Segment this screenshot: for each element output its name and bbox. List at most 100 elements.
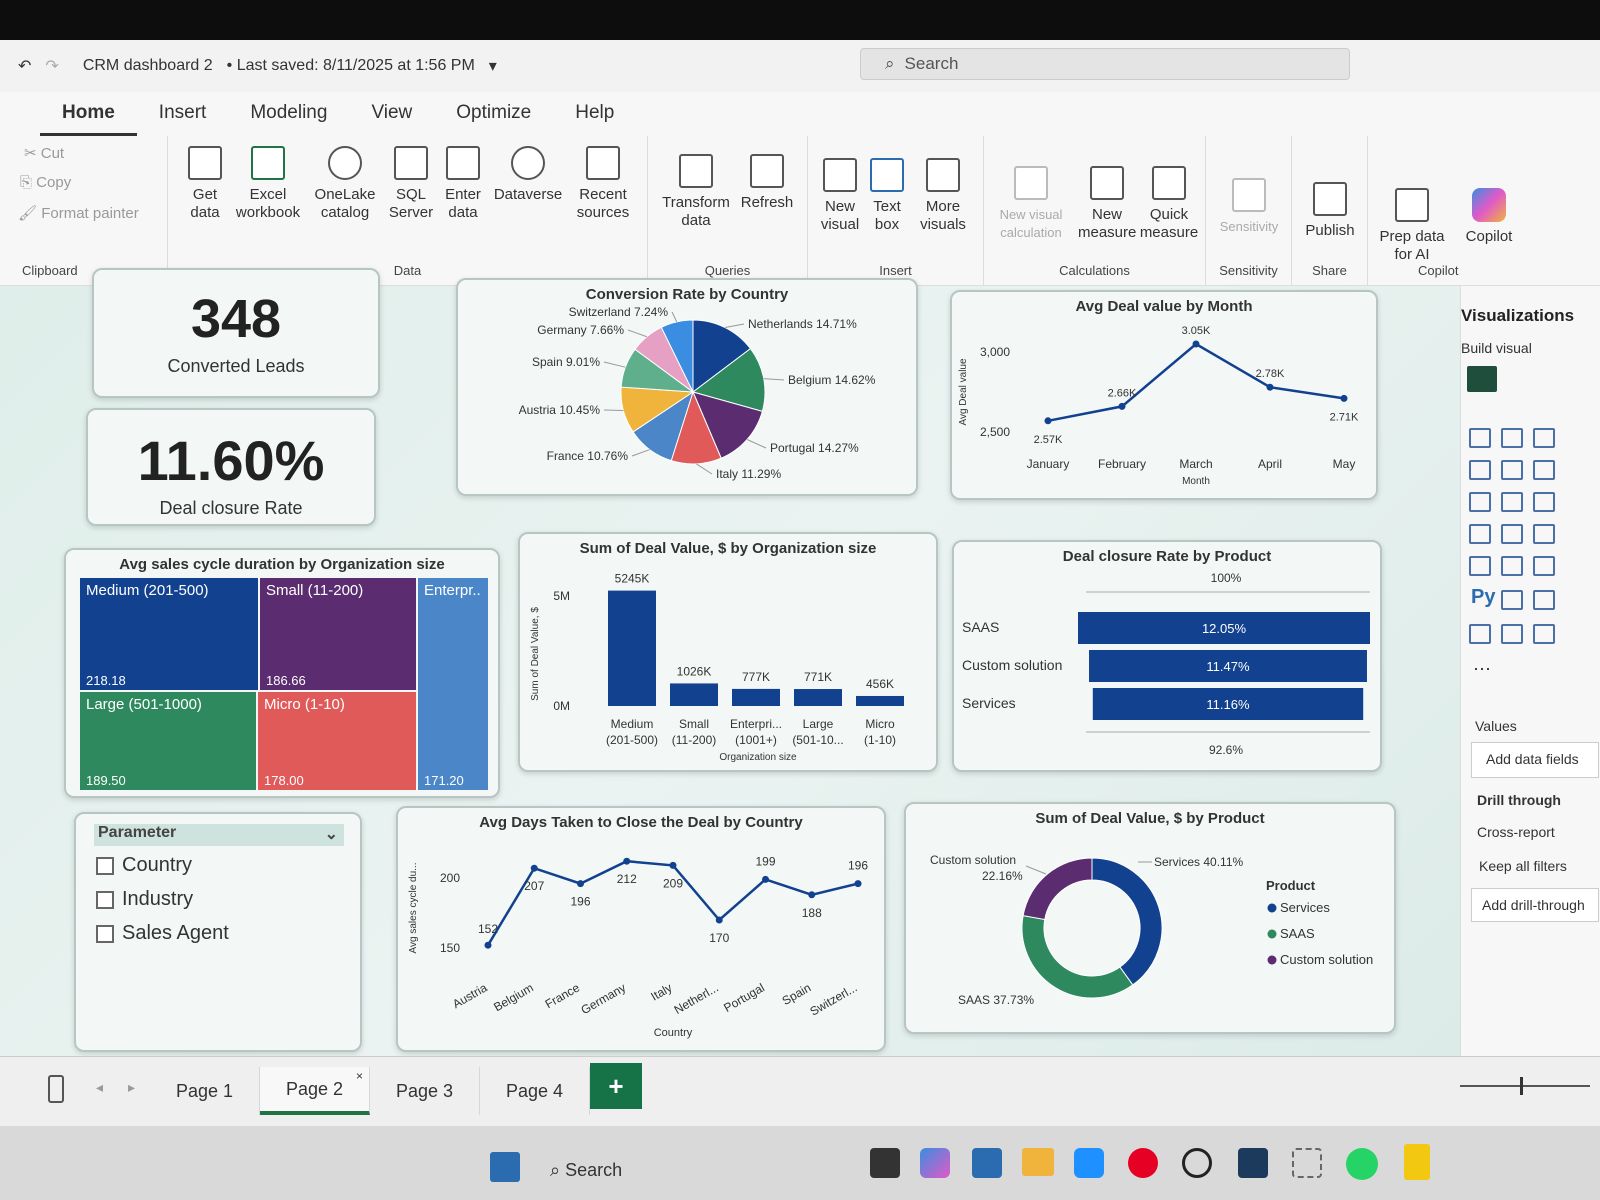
new-measure-button[interactable]: New measure	[1078, 166, 1136, 242]
power-bi-icon[interactable]	[1404, 1144, 1430, 1180]
ribbon-chart-icon[interactable]	[1469, 492, 1491, 512]
treemap-cell-medium-201-500[interactable]: Medium (201-500) 218.18	[80, 578, 258, 690]
decomposition-tree-icon[interactable]	[1533, 590, 1555, 610]
treemap-cell-large-501-1000[interactable]: Large (501-1000) 189.50	[80, 692, 256, 790]
slicer-item-industry[interactable]: Industry	[96, 888, 193, 911]
checkbox[interactable]	[96, 924, 114, 943]
power-apps-icon[interactable]	[1501, 624, 1523, 644]
keep-all-filters-toggle-label[interactable]: Keep all filters	[1479, 858, 1567, 874]
publish-button[interactable]: Publish	[1296, 182, 1364, 240]
tab-home[interactable]: Home	[40, 92, 137, 136]
add-page-button[interactable]: +	[590, 1063, 642, 1109]
line-chart-avg-days-by-country[interactable]: Avg Days Taken to Close the Deal by Coun…	[396, 806, 886, 1052]
map-icon[interactable]	[1501, 524, 1523, 544]
filled-map-icon[interactable]	[1533, 524, 1555, 544]
kpi-card-converted-leads[interactable]: 348 Converted Leads	[92, 268, 380, 398]
treemap-avg-sales-cycle[interactable]: Avg sales cycle duration by Organization…	[64, 548, 500, 798]
prep-data-for-ai-button[interactable]: Prep data for AI	[1372, 188, 1452, 264]
key-influencers-icon[interactable]	[1501, 590, 1523, 610]
add-drill-through-well[interactable]: Add drill-through	[1471, 888, 1599, 922]
next-page-icon[interactable]: ▸	[128, 1079, 135, 1096]
parameter-slicer[interactable]: Parameter ⌄ Country Industry Sales Agent	[74, 812, 362, 1052]
page-tab-2[interactable]: Page 2 ×	[260, 1067, 370, 1115]
vscode-icon[interactable]	[1238, 1148, 1268, 1178]
treemap-cell-small-11-200[interactable]: Small (11-200) 186.66	[260, 578, 416, 690]
chevron-down-icon[interactable]: ▾	[489, 56, 497, 76]
donut-chart-deal-value-by-product[interactable]: Sum of Deal Value, $ by Product Services…	[904, 802, 1396, 1034]
redo-icon[interactable]: ↷	[45, 56, 58, 76]
tab-view[interactable]: View	[349, 92, 434, 136]
whatsapp-icon[interactable]	[1346, 1148, 1378, 1180]
sql-server-button[interactable]: SQL Server	[386, 146, 436, 222]
text-box-button[interactable]: Text box	[866, 158, 908, 234]
line-chart-icon[interactable]	[1469, 460, 1491, 480]
funnel-icon[interactable]	[1533, 492, 1555, 512]
pinterest-icon[interactable]	[1128, 1148, 1158, 1178]
card-icon[interactable]	[1469, 556, 1491, 576]
paginated-report-icon[interactable]	[1469, 624, 1491, 644]
mobile-layout-icon[interactable]	[48, 1075, 64, 1103]
dataverse-button[interactable]: Dataverse	[490, 146, 566, 204]
new-visual-calculation-button[interactable]: New visual calculation	[988, 166, 1074, 242]
pie-chart-conversion-rate[interactable]: Conversion Rate by Country Netherlands 1…	[456, 278, 918, 496]
clustered-bar-icon[interactable]	[1533, 428, 1555, 448]
tab-optimize[interactable]: Optimize	[434, 92, 553, 136]
line-chart-avg-deal-value-by-month[interactable]: Avg Deal value by Month Avg Deal value 3,…	[950, 290, 1378, 500]
copy-button[interactable]: ⎘ Copy	[20, 174, 71, 191]
search-input[interactable]: ⌕ Search	[860, 48, 1350, 80]
page-tab-3[interactable]: Page 3	[370, 1067, 480, 1115]
stacked-area-icon[interactable]	[1533, 460, 1555, 480]
checkbox[interactable]	[96, 856, 114, 875]
stacked-column-icon[interactable]	[1501, 428, 1523, 448]
file-explorer-icon[interactable]	[1022, 1148, 1054, 1176]
slicer-item-country[interactable]: Country	[96, 854, 192, 877]
power-automate-icon[interactable]	[1533, 624, 1555, 644]
chatgpt-icon[interactable]	[1182, 1148, 1212, 1178]
cut-button[interactable]: ✂ Cut	[24, 144, 64, 162]
enter-data-button[interactable]: Enter data	[438, 146, 488, 222]
page-tab-4[interactable]: Page 4	[480, 1067, 590, 1115]
onelake-catalog-button[interactable]: OneLake catalog	[308, 146, 382, 222]
waterfall-icon[interactable]	[1501, 492, 1523, 512]
slicer-header[interactable]: Parameter ⌄	[94, 824, 344, 846]
build-visual-icon[interactable]	[1467, 366, 1497, 392]
store-icon[interactable]	[972, 1148, 1002, 1178]
treemap-cell-enterpr[interactable]: Enterpr... 171.20	[418, 578, 488, 790]
more-icon[interactable]: ···	[1473, 658, 1491, 679]
slicer-item-sales-agent[interactable]: Sales Agent	[96, 922, 229, 945]
snipping-tool-icon[interactable]	[1292, 1148, 1322, 1178]
treemap-cell-micro-1-10[interactable]: Micro (1-10) 178.00	[258, 692, 416, 790]
transform-data-button[interactable]: Transform data	[656, 154, 736, 230]
close-icon[interactable]: ×	[356, 1069, 363, 1083]
refresh-button[interactable]: Refresh	[732, 154, 802, 212]
tab-insert[interactable]: Insert	[137, 92, 229, 136]
bar-chart-deal-value-by-org-size[interactable]: Sum of Deal Value, $ by Organization siz…	[518, 532, 938, 772]
windows-start-icon[interactable]	[490, 1152, 520, 1182]
format-painter-button[interactable]: 🖌 Format painter	[18, 204, 139, 222]
prev-page-icon[interactable]: ◂	[96, 1079, 103, 1096]
get-data-button[interactable]: Get data	[180, 146, 230, 222]
treemap-icon[interactable]	[1469, 524, 1491, 544]
copilot-button[interactable]: Copilot	[1454, 188, 1524, 246]
taskbar-search[interactable]: ⌕ Search	[550, 1160, 622, 1181]
zoom-slider-thumb[interactable]	[1520, 1077, 1523, 1095]
defender-icon[interactable]	[1074, 1148, 1104, 1178]
chevron-down-icon[interactable]: ⌄	[325, 824, 338, 844]
tab-help[interactable]: Help	[553, 92, 636, 136]
page-tab-1[interactable]: Page 1	[150, 1067, 260, 1115]
tab-modeling[interactable]: Modeling	[228, 92, 349, 136]
bar-chart-deal-closure-by-product[interactable]: Deal closure Rate by Product 100% 92.6% SA…	[952, 540, 1382, 772]
kpi-card-deal-closure-rate[interactable]: 11.60% Deal closure Rate	[86, 408, 376, 526]
stacked-bar-icon[interactable]	[1469, 428, 1491, 448]
add-data-fields-well[interactable]: Add data fields	[1471, 742, 1599, 778]
area-chart-icon[interactable]	[1501, 460, 1523, 480]
excel-workbook-button[interactable]: Excel workbook	[232, 146, 304, 222]
zoom-slider[interactable]	[1460, 1085, 1590, 1087]
quick-measure-button[interactable]: Quick measure	[1138, 166, 1200, 242]
checkbox[interactable]	[96, 890, 114, 909]
undo-icon[interactable]: ↶	[18, 56, 31, 76]
kpi-icon[interactable]	[1501, 556, 1523, 576]
copilot-app-icon[interactable]	[920, 1148, 950, 1178]
sensitivity-button[interactable]: Sensitivity	[1210, 178, 1288, 236]
python-visual-icon[interactable]: Py	[1471, 586, 1495, 609]
